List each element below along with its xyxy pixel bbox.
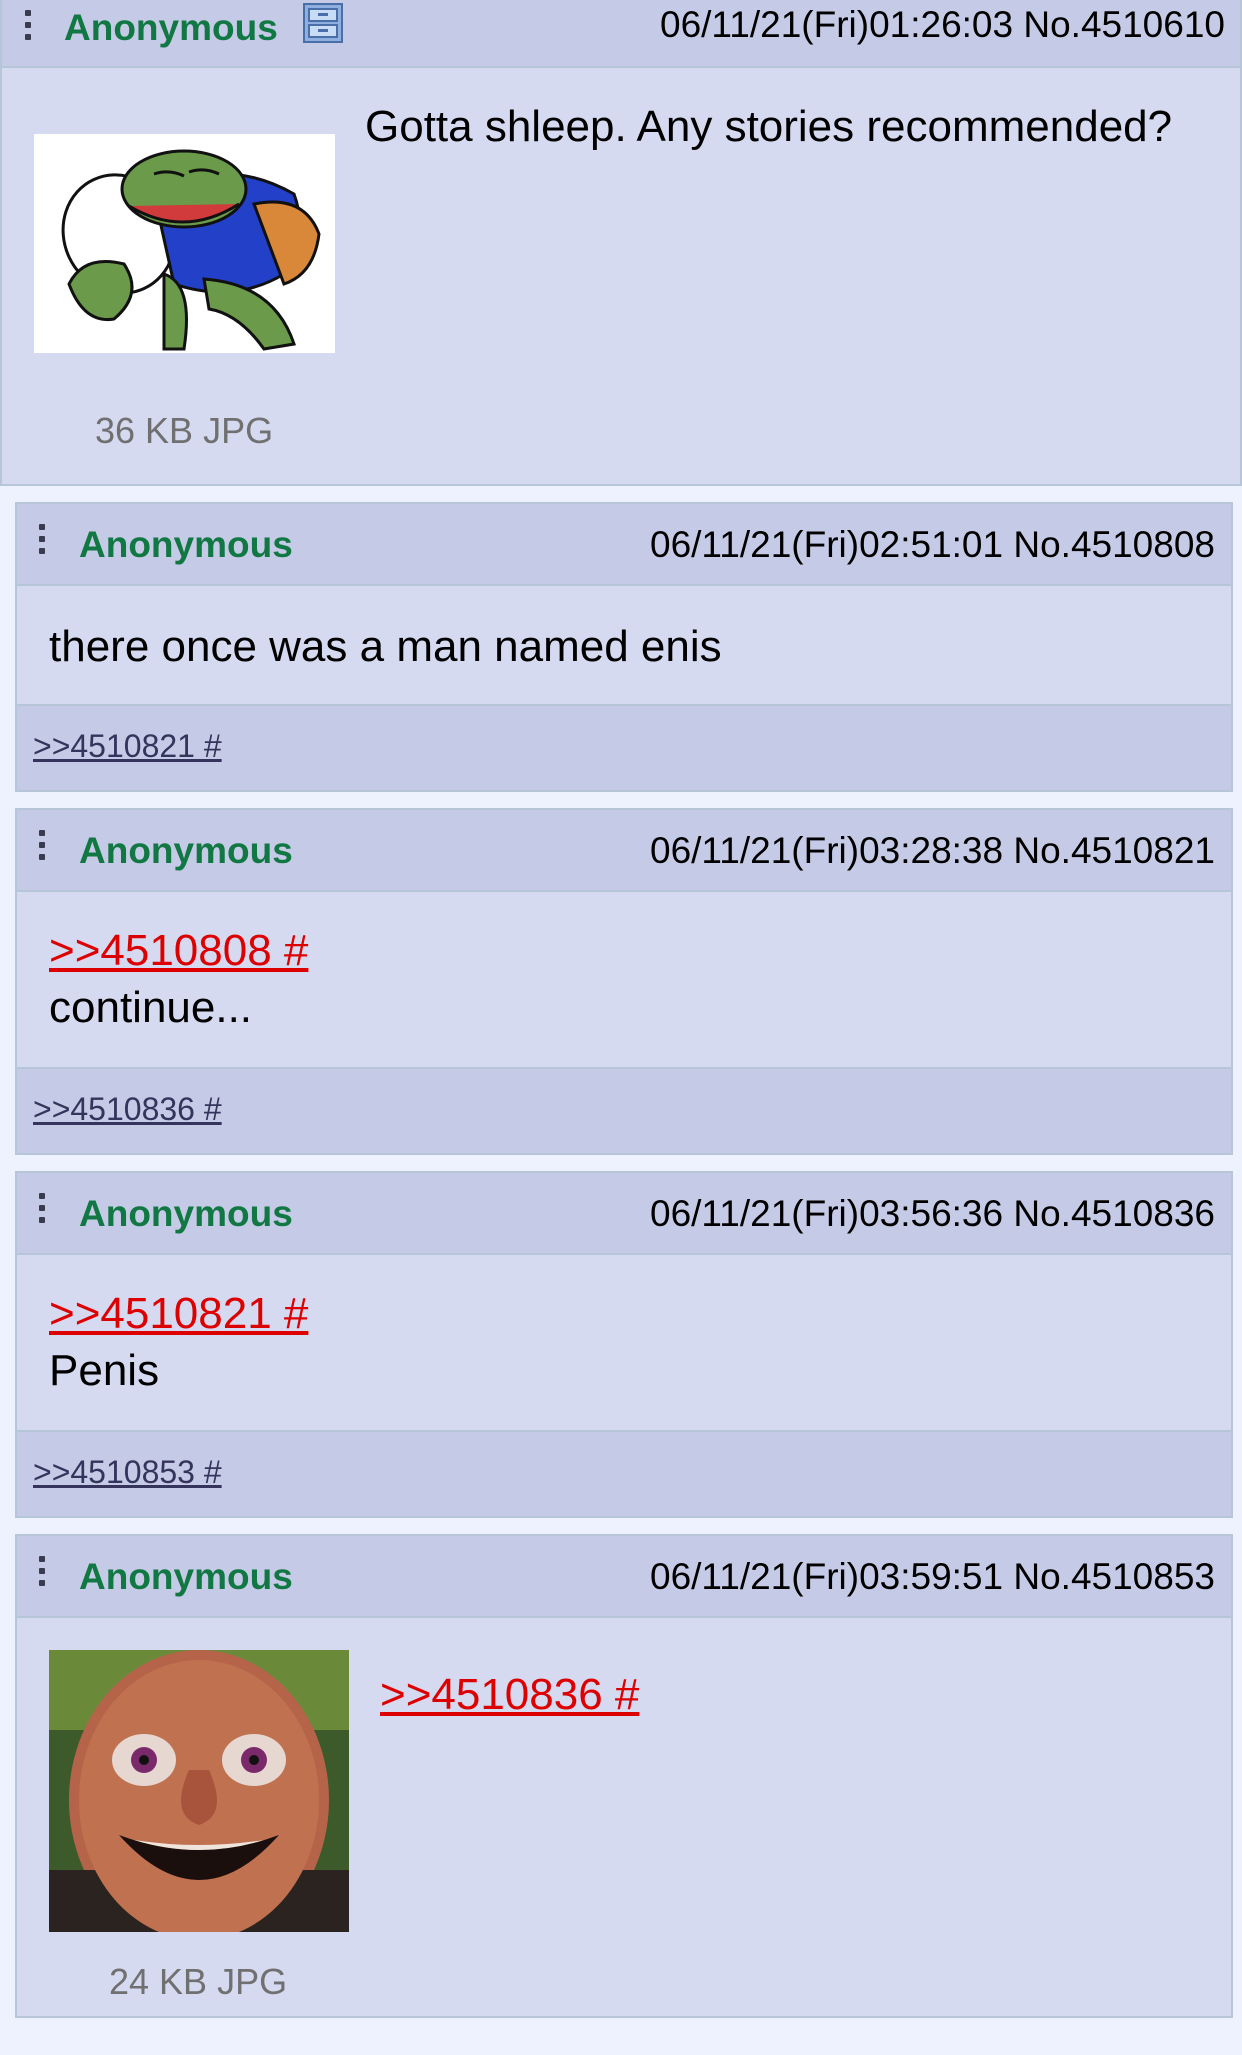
reply-post: Anonymous 06/11/21(Fri)03:28:38 No.45108… <box>15 808 1233 1155</box>
reply-post: Anonymous 06/11/21(Fri)03:56:36 No.45108… <box>15 1171 1233 1518</box>
post-footer: >>4510853 # <box>17 1430 1231 1516</box>
sleeping-frog-image <box>34 134 335 353</box>
post-menu-icon[interactable] <box>39 830 45 860</box>
poster-name: Anonymous <box>79 1556 293 1597</box>
backlink[interactable]: >>4510821 # <box>33 728 222 765</box>
face-image <box>49 1650 349 1932</box>
post-menu-icon[interactable] <box>25 10 31 40</box>
op-thumbnail[interactable] <box>34 134 335 353</box>
quote-link[interactable]: >>4510821 # <box>49 1289 308 1338</box>
reply-post: Anonymous 06/11/21(Fri)03:59:51 No.45108… <box>15 1534 1233 2018</box>
post-meta: 06/11/21(Fri)03:56:36 No.4510836 <box>650 1193 1215 1234</box>
post-header: Anonymous 06/11/21(Fri)03:59:51 No.45108… <box>17 1536 1231 1618</box>
poster-name: Anonymous <box>79 524 293 565</box>
archive-cabinet-icon <box>302 2 344 49</box>
post-menu-icon[interactable] <box>39 524 45 554</box>
quote-link[interactable]: >>4510808 # <box>49 926 308 975</box>
backlink[interactable]: >>4510836 # <box>33 1091 222 1128</box>
reply-post: Anonymous 06/11/21(Fri)02:51:01 No.45108… <box>15 502 1233 792</box>
post-header: Anonymous 06/11/21(Fri)01:26:03 No.45106… <box>2 0 1240 68</box>
post-menu-icon[interactable] <box>39 1556 45 1586</box>
post-message: Gotta shleep. Any stories recommended? <box>365 102 1173 151</box>
poster-name: Anonymous <box>79 1193 293 1234</box>
post-header: Anonymous 06/11/21(Fri)03:28:38 No.45108… <box>17 810 1231 892</box>
file-info[interactable]: 36 KB JPG <box>95 410 273 452</box>
post-meta: 06/11/21(Fri)03:59:51 No.4510853 <box>650 1556 1215 1597</box>
poster-name: Anonymous <box>79 830 293 871</box>
post-meta: 06/11/21(Fri)03:28:38 No.4510821 <box>650 830 1215 871</box>
reply-thumbnail[interactable] <box>49 1650 349 1932</box>
quote-link[interactable]: >>4510836 # <box>380 1670 639 1719</box>
message-text: continue... <box>49 983 253 1033</box>
poster-name: Anonymous <box>64 7 278 48</box>
message-text: Penis <box>49 1346 160 1396</box>
post-header: Anonymous 06/11/21(Fri)03:56:36 No.45108… <box>17 1173 1231 1255</box>
post-meta: 06/11/21(Fri)02:51:01 No.4510808 <box>650 524 1215 565</box>
op-post: Anonymous 06/11/21(Fri)01:26:03 No.45106… <box>0 0 1242 486</box>
post-footer: >>4510821 # <box>17 704 1231 790</box>
post-header: Anonymous 06/11/21(Fri)02:51:01 No.45108… <box>17 504 1231 586</box>
post-footer: >>4510836 # <box>17 1067 1231 1153</box>
backlink[interactable]: >>4510853 # <box>33 1454 222 1491</box>
post-message: >>4510808 # continue... <box>49 922 308 1036</box>
post-message: >>4510821 # Penis <box>49 1285 308 1399</box>
post-message: >>4510836 # <box>380 1666 639 1723</box>
post-message: there once was a man named enis <box>49 622 722 671</box>
post-meta: 06/11/21(Fri)01:26:03 No.4510610 <box>660 4 1225 45</box>
file-info[interactable]: 24 KB JPG <box>109 1961 287 2003</box>
post-menu-icon[interactable] <box>39 1193 45 1223</box>
